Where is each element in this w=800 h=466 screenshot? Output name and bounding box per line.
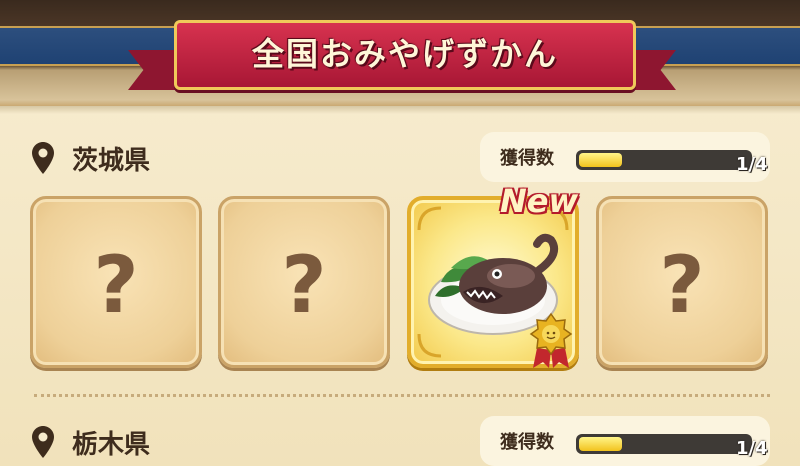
- collected-count-box: 獲得数 1/4: [480, 416, 770, 466]
- souvenir-card-locked[interactable]: ?: [218, 196, 390, 368]
- gold-medal-icon: [529, 312, 573, 368]
- souvenir-card-locked[interactable]: ?: [596, 196, 768, 368]
- title-ribbon: 全国おみやげずかん: [128, 6, 676, 98]
- prefecture-name: 栃木県: [72, 430, 151, 460]
- ribbon-banner: 全国おみやげずかん: [174, 20, 636, 90]
- progress-bar: 1/4: [576, 150, 768, 175]
- collected-count-box: 獲得数 1/4: [480, 132, 770, 182]
- prefecture-name: 茨城県: [72, 146, 151, 176]
- unknown-mark: ?: [93, 241, 139, 331]
- souvenir-card-locked[interactable]: ?: [30, 196, 202, 368]
- collected-count-label: 獲得数: [500, 432, 554, 453]
- progress-text: 1/4: [736, 438, 768, 459]
- progress-fill: [579, 153, 622, 167]
- location-pin-icon: [32, 426, 54, 458]
- location-pin-icon: [32, 142, 54, 174]
- unknown-mark: ?: [281, 241, 327, 331]
- progress-bar: 1/4: [576, 434, 768, 459]
- panel-shadow: [0, 106, 800, 114]
- souvenir-card-owned[interactable]: [407, 196, 579, 368]
- progress-fill: [579, 437, 622, 451]
- collected-count-label: 獲得数: [500, 148, 554, 169]
- progress-text: 1/4: [736, 154, 768, 175]
- unknown-mark: ?: [659, 241, 705, 331]
- page-title: 全国おみやげずかん: [251, 35, 558, 73]
- new-badge: New: [500, 182, 579, 220]
- section-divider: [34, 394, 770, 397]
